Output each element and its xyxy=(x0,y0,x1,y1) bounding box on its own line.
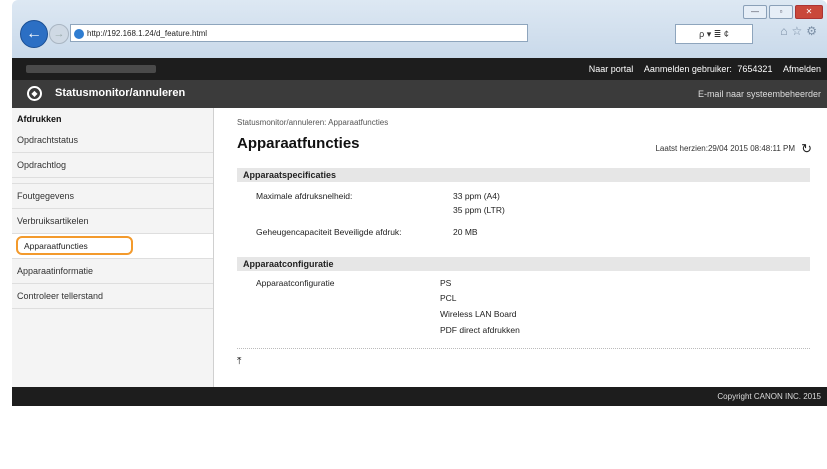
address-text: http://192.168.1.24/d_feature.html xyxy=(87,29,208,38)
browser-chrome: — ▫ ✕ ← → http://192.168.1.24/d_feature.… xyxy=(12,0,827,58)
email-admin-link[interactable]: E-mail naar systeembeheerder xyxy=(698,89,821,99)
spec-value: 35 ppm (LTR) xyxy=(453,205,505,215)
close-button[interactable]: ✕ xyxy=(795,5,823,19)
sidebar-item-label: Controleer tellerstand xyxy=(17,291,104,301)
sidebar-item-label: Opdrachtstatus xyxy=(17,135,79,145)
divider xyxy=(237,348,810,349)
search-refresh-tools[interactable]: ρ ▾ ≣ ¢ xyxy=(675,24,753,44)
section-heading-config: Apparaatconfiguratie xyxy=(237,257,810,271)
sidebar-item-label: Apparaatinformatie xyxy=(17,266,94,276)
config-value: PDF direct afdrukken xyxy=(440,325,520,335)
user-id: 7654321 xyxy=(737,64,773,74)
footer: Copyright CANON INC. 2015 xyxy=(12,387,827,406)
minimize-button[interactable]: — xyxy=(743,5,767,19)
forward-arrow-icon[interactable]: → xyxy=(49,24,69,44)
sidebar-item-apparaatfuncties[interactable]: Apparaatfuncties xyxy=(12,234,213,259)
config-value: PS xyxy=(440,278,452,288)
sidebar-item-label: Foutgegevens xyxy=(17,191,75,201)
sidebar-item-label: Opdrachtlog xyxy=(17,160,67,170)
header-title: Statusmonitor/annuleren xyxy=(55,87,186,99)
breadcrumb: Statusmonitor/annuleren: Apparaatfunctie… xyxy=(237,118,389,127)
top-navigation-bar: Naar portal Aanmelden gebruiker: 7654321… xyxy=(12,58,827,80)
copyright: Copyright CANON INC. 2015 xyxy=(717,392,821,401)
ie-logo-icon xyxy=(74,29,84,39)
logout-link[interactable]: Afmelden xyxy=(783,64,821,74)
device-name-redacted xyxy=(26,65,156,73)
sidebar: Afdrukken Opdrachtstatus Opdrachtlog Fou… xyxy=(12,108,214,387)
config-value: Wireless LAN Board xyxy=(440,309,517,319)
last-updated: Laatst herzien:29/04 2015 08:48:11 PM xyxy=(655,144,795,153)
page-title: Apparaatfuncties xyxy=(237,135,360,152)
portal-link[interactable]: Naar portal xyxy=(589,64,634,74)
section-heading-specs: Apparaatspecificaties xyxy=(237,168,810,182)
sidebar-item-foutgegevens[interactable]: Foutgegevens xyxy=(12,183,213,209)
sidebar-item-opdrachtstatus[interactable]: Opdrachtstatus xyxy=(12,128,213,153)
sidebar-item-verbruiksartikelen[interactable]: Verbruiksartikelen xyxy=(12,209,213,234)
maximize-button[interactable]: ▫ xyxy=(769,5,793,19)
refresh-icon[interactable]: ↻ xyxy=(801,141,812,157)
config-label: Apparaatconfiguratie xyxy=(256,278,335,288)
spec-label: Maximale afdruksnelheid: xyxy=(256,191,353,201)
sidebar-item-controleer-tellerstand[interactable]: Controleer tellerstand xyxy=(12,284,213,309)
back-arrow-icon[interactable]: ← xyxy=(20,20,48,48)
sidebar-heading: Afdrukken xyxy=(17,114,62,124)
sidebar-item-label: Verbruiksartikelen xyxy=(17,216,89,226)
home-star-gear-icons[interactable]: ⌂☆⚙ xyxy=(780,24,821,38)
window-controls: — ▫ ✕ xyxy=(743,5,823,19)
config-value: PCL xyxy=(440,293,457,303)
back-to-top-icon[interactable]: ⤒ xyxy=(237,356,241,367)
sidebar-item-label: Apparaatfuncties xyxy=(24,241,88,251)
login-user-label: Aanmelden gebruiker: xyxy=(643,64,732,74)
spec-value: 20 MB xyxy=(453,227,478,237)
main-content: Statusmonitor/annuleren: Apparaatfunctie… xyxy=(214,108,827,387)
spec-value: 33 ppm (A4) xyxy=(453,191,500,201)
spec-label: Geheugencapaciteit Beveiligde afdruk: xyxy=(256,227,402,237)
sidebar-item-apparaatinformatie[interactable]: Apparaatinformatie xyxy=(12,259,213,284)
status-monitor-icon: ◆ xyxy=(27,86,42,101)
page-header: ◆ Statusmonitor/annuleren E-mail naar sy… xyxy=(12,80,827,108)
sidebar-item-opdrachtlog[interactable]: Opdrachtlog xyxy=(12,153,213,178)
address-bar[interactable]: http://192.168.1.24/d_feature.html xyxy=(70,24,528,42)
